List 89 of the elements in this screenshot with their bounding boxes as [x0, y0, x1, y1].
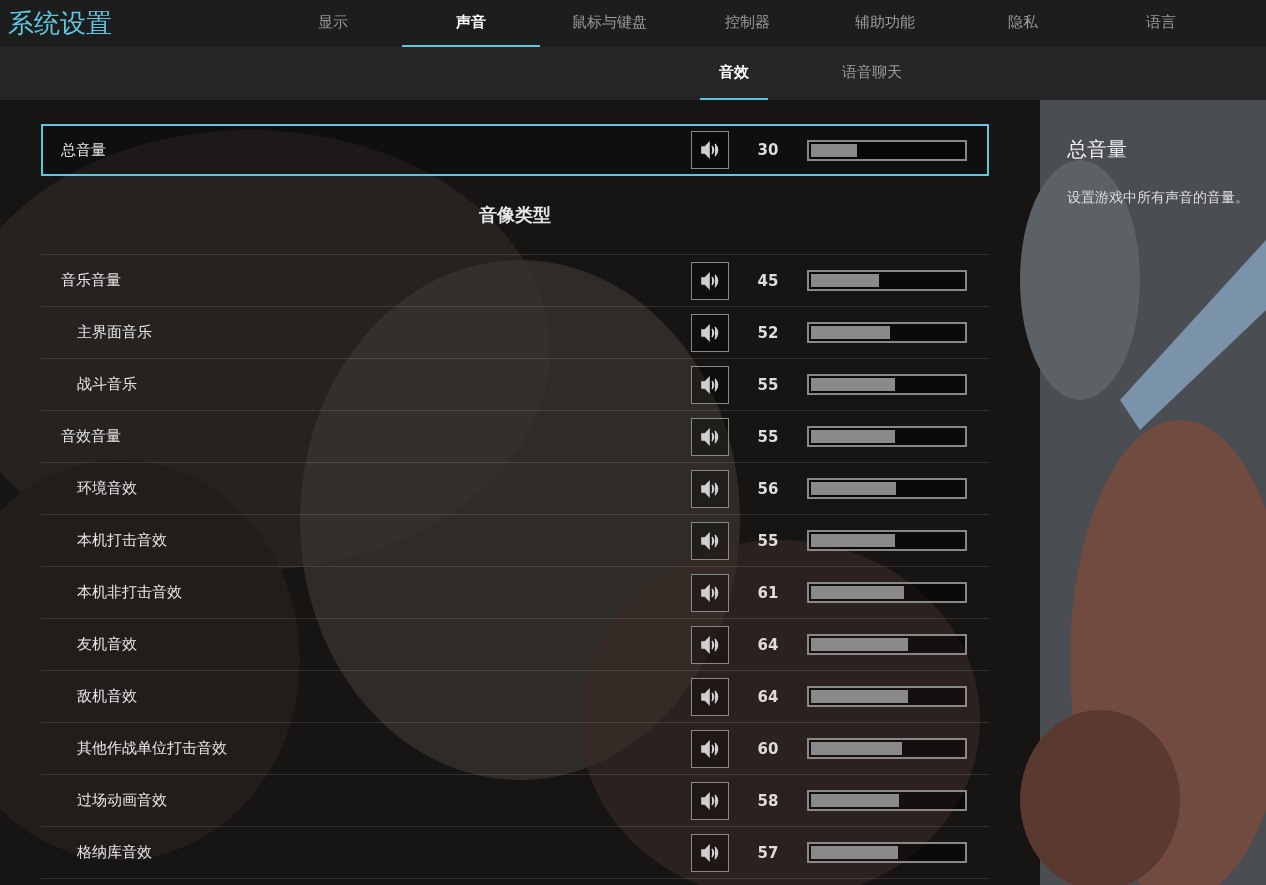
setting-label: 战斗音乐 [76, 375, 138, 394]
volume-slider[interactable] [807, 322, 967, 343]
setting-row[interactable]: 总音量 30 [41, 124, 989, 176]
volume-slider[interactable] [807, 790, 967, 811]
speaker-icon [700, 323, 720, 342]
tab[interactable]: 鼠标与键盘 [540, 0, 678, 47]
volume-slider[interactable] [807, 478, 967, 499]
setting-row[interactable]: 主界面音乐 52 [41, 307, 989, 359]
setting-label: 敌机音效 [76, 687, 138, 706]
setting-label: 本机打击音效 [76, 531, 168, 550]
volume-value: 57 [756, 843, 780, 862]
mute-button[interactable] [691, 729, 729, 768]
volume-slider[interactable] [807, 270, 967, 291]
setting-row[interactable]: 友机音效 64 [41, 619, 989, 671]
speaker-icon [700, 843, 720, 862]
setting-row[interactable]: 音效音量 55 [41, 411, 989, 463]
setting-row[interactable]: 环境音效 56 [41, 463, 989, 515]
setting-label: 其他作战单位打击音效 [76, 739, 228, 758]
volume-slider[interactable] [807, 374, 967, 395]
detail-description: 设置游戏中所有声音的音量。 [1067, 189, 1250, 207]
volume-slider[interactable] [807, 139, 967, 161]
section-title: 音像类型 [41, 176, 989, 255]
tab[interactable]: 语言 [1092, 0, 1230, 47]
mute-button[interactable] [691, 781, 729, 820]
setting-row[interactable]: 战斗音乐 55 [41, 359, 989, 411]
setting-label: 格纳库音效 [76, 843, 153, 862]
setting-row[interactable]: 其他作战单位打击音效 60 [41, 723, 989, 775]
volume-slider[interactable] [807, 426, 967, 447]
mute-button[interactable] [691, 417, 729, 456]
detail-title: 总音量 [1067, 136, 1128, 163]
volume-value: 55 [756, 531, 780, 550]
volume-value: 64 [756, 635, 780, 654]
setting-label: 总音量 [61, 140, 107, 160]
speaker-icon [700, 271, 720, 290]
mute-button[interactable] [691, 625, 729, 664]
volume-value: 55 [756, 427, 780, 446]
tab[interactable]: 隐私 [954, 0, 1092, 47]
setting-row[interactable]: 敌机音效 64 [41, 671, 989, 723]
mute-button[interactable] [691, 313, 729, 352]
mute-button[interactable] [691, 261, 729, 300]
volume-value: 56 [756, 479, 780, 498]
setting-label: 主界面音乐 [76, 323, 153, 342]
speaker-icon [700, 531, 720, 550]
setting-row[interactable]: 本机非打击音效 61 [41, 567, 989, 619]
mute-button[interactable] [691, 833, 729, 872]
speaker-icon [700, 635, 720, 654]
app-title: 系统设置 [7, 7, 113, 40]
volume-value: 61 [756, 583, 780, 602]
volume-value: 52 [756, 323, 780, 342]
speaker-icon [700, 375, 720, 394]
setting-label: 环境音效 [76, 479, 138, 498]
volume-slider[interactable] [807, 842, 967, 863]
volume-value: 58 [756, 791, 780, 810]
mute-button[interactable] [691, 131, 729, 169]
mute-button[interactable] [691, 573, 729, 612]
volume-slider[interactable] [807, 530, 967, 551]
setting-row[interactable]: 音乐音量 45 [41, 255, 989, 307]
speaker-icon [700, 141, 720, 159]
setting-label: 过场动画音效 [76, 791, 168, 810]
mute-button[interactable] [691, 469, 729, 508]
setting-row[interactable]: 过场动画音效 58 [41, 775, 989, 827]
mute-button[interactable] [691, 677, 729, 716]
volume-slider[interactable] [807, 634, 967, 655]
speaker-icon [700, 583, 720, 602]
setting-label: 本机非打击音效 [76, 583, 183, 602]
volume-slider[interactable] [807, 582, 967, 603]
volume-value: 45 [756, 271, 780, 290]
volume-slider[interactable] [807, 686, 967, 707]
mute-button[interactable] [691, 365, 729, 404]
speaker-icon [700, 479, 720, 498]
volume-value: 64 [756, 687, 780, 706]
setting-row[interactable]: 本机打击音效 55 [41, 515, 989, 567]
tab[interactable]: 显示 [264, 0, 402, 47]
tab[interactable]: 辅助功能 [816, 0, 954, 47]
speaker-icon [700, 739, 720, 758]
volume-slider[interactable] [807, 738, 967, 759]
mute-button[interactable] [691, 521, 729, 560]
setting-label: 音效音量 [61, 427, 122, 446]
volume-value: 30 [756, 141, 780, 159]
sub-tab[interactable]: 语音聊天 [803, 47, 941, 100]
volume-value: 55 [756, 375, 780, 394]
speaker-icon [700, 687, 720, 706]
speaker-icon [700, 427, 720, 446]
setting-label: 音乐音量 [61, 271, 122, 290]
tab[interactable]: 控制器 [678, 0, 816, 47]
volume-value: 60 [756, 739, 780, 758]
setting-row[interactable]: 格纳库音效 57 [41, 827, 989, 879]
setting-label: 友机音效 [76, 635, 138, 654]
speaker-icon [700, 791, 720, 810]
